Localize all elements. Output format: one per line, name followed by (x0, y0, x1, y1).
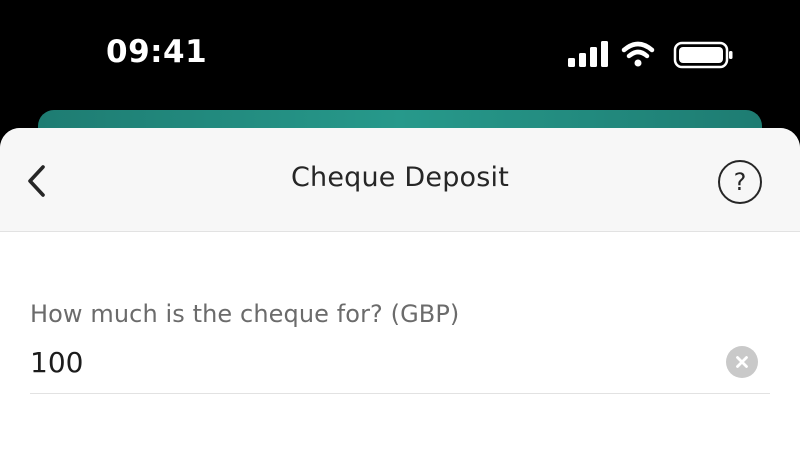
nav-bar: Cheque Deposit ? (0, 128, 800, 232)
help-circle-icon: ? (733, 168, 747, 196)
cellular-signal-icon (568, 41, 608, 67)
help-button[interactable]: ? (718, 160, 762, 204)
amount-input[interactable] (30, 342, 710, 382)
amount-field-row (30, 342, 770, 394)
battery-icon (673, 41, 733, 69)
clear-x-icon (736, 356, 748, 368)
status-time: 09:41 (106, 34, 208, 70)
app-screen: 09:41 Cheque Deposit ? How much is the c… (0, 0, 800, 450)
cheque-deposit-sheet: Cheque Deposit ? How much is the cheque … (0, 128, 800, 450)
amount-form: How much is the cheque for? (GBP) (30, 300, 770, 394)
page-title: Cheque Deposit (290, 162, 510, 193)
wifi-icon (621, 41, 655, 67)
amount-label: How much is the cheque for? (GBP) (30, 300, 460, 328)
clear-button[interactable] (726, 346, 758, 378)
status-bar: 09:41 (0, 0, 800, 110)
status-icons (568, 41, 733, 69)
